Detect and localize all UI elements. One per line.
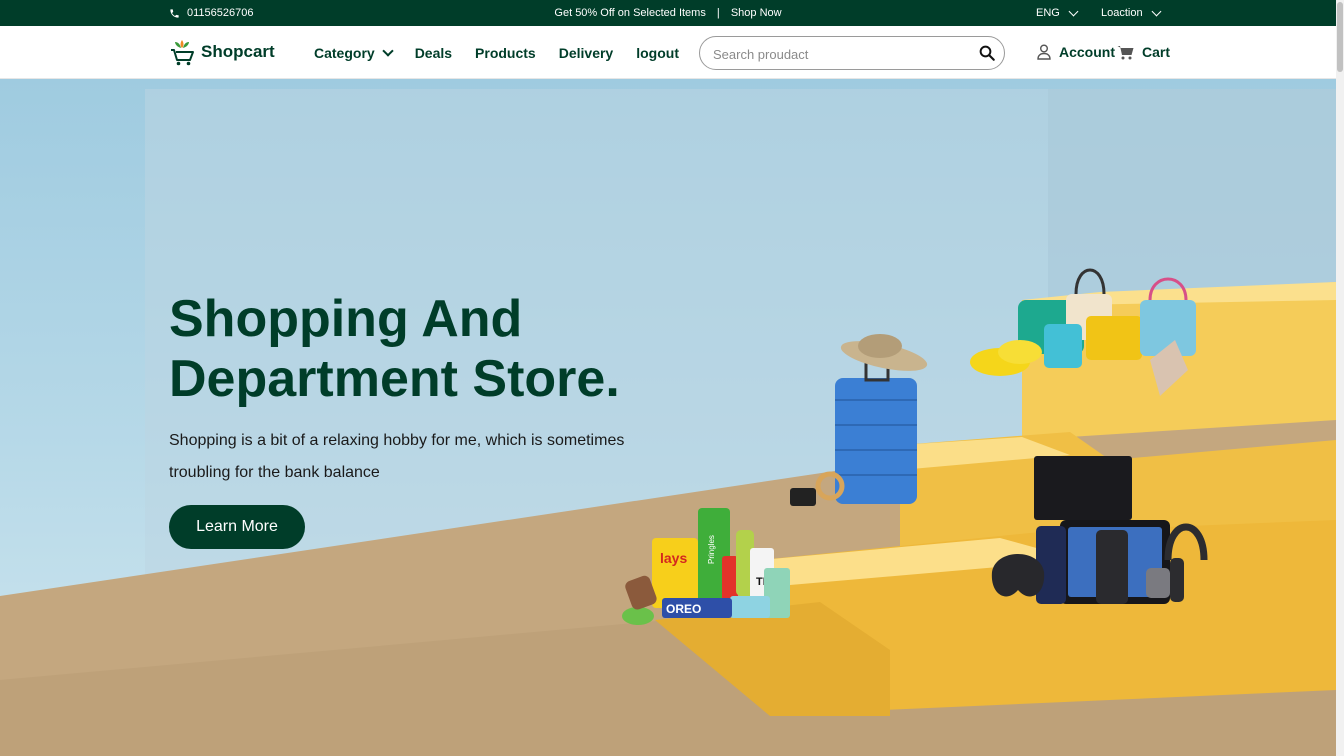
nav-item-products[interactable]: Products <box>475 45 536 61</box>
chevron-down-icon <box>1151 6 1162 16</box>
nav-item-category[interactable]: Category <box>314 44 394 61</box>
account-link[interactable]: Account <box>1037 44 1115 60</box>
hero-description: Shopping is a bit of a relaxing hobby fo… <box>169 432 625 481</box>
location-label: Loaction <box>1101 7 1143 19</box>
cart-link[interactable]: Cart <box>1117 44 1170 60</box>
nav-item-label: Category <box>314 45 375 61</box>
promo-separator: | <box>716 7 720 19</box>
page-scrollbar[interactable] <box>1336 0 1344 756</box>
user-icon <box>1037 44 1051 60</box>
language-label: ENG <box>1036 7 1060 19</box>
search-box <box>699 36 1005 70</box>
cart-icon <box>1117 45 1134 59</box>
chevron-down-icon <box>1068 6 1079 16</box>
nav-item-label: logout <box>636 45 679 61</box>
account-label: Account <box>1059 44 1115 60</box>
nav-item-deals[interactable]: Deals <box>415 45 452 61</box>
location-selector[interactable]: Loaction <box>1101 6 1162 19</box>
cookies-label: OREO <box>666 602 701 616</box>
promo-text: Get 50% Off on Selected Items <box>554 7 706 19</box>
scrollbar-thumb[interactable] <box>1337 2 1343 72</box>
hero-illustration: lays Pringles TEA OREO <box>0 89 1336 756</box>
search-input[interactable] <box>713 44 973 64</box>
chips-brand-label: lays <box>660 550 687 566</box>
language-selector[interactable]: ENG <box>1036 6 1079 19</box>
logo-text: Shopcart <box>201 42 275 61</box>
hero-title-line2: Department Store. <box>169 350 620 408</box>
main-navigation: Shopcart Category Deals Products Deliver… <box>0 26 1336 79</box>
nav-item-logout[interactable]: logout <box>636 45 679 61</box>
hero-title-line1: Shopping And <box>169 290 523 348</box>
nav-menu: Category Deals Products Delivery logout <box>314 44 679 61</box>
cart-label: Cart <box>1142 44 1171 60</box>
nav-item-label: Products <box>475 45 536 61</box>
hero-banner: lays Pringles TEA OREO Shopping And Depa… <box>0 79 1336 756</box>
learn-more-button[interactable]: Learn More <box>169 505 305 549</box>
nav-item-delivery[interactable]: Delivery <box>559 45 613 61</box>
search-icon[interactable] <box>978 44 996 67</box>
hero-title: Shopping And Department Store. <box>169 289 689 409</box>
cart-logo-icon <box>171 40 194 66</box>
shop-now-link[interactable]: Shop Now <box>731 7 782 19</box>
top-announcement-bar: 01156526706 Get 50% Off on Selected Item… <box>0 0 1336 26</box>
nav-item-label: Deals <box>414 45 453 61</box>
logo[interactable]: Shopcart <box>169 38 275 66</box>
nav-item-label: Delivery <box>558 45 614 61</box>
chevron-down-icon <box>382 44 394 57</box>
chips2-brand-label: Pringles <box>707 535 716 564</box>
